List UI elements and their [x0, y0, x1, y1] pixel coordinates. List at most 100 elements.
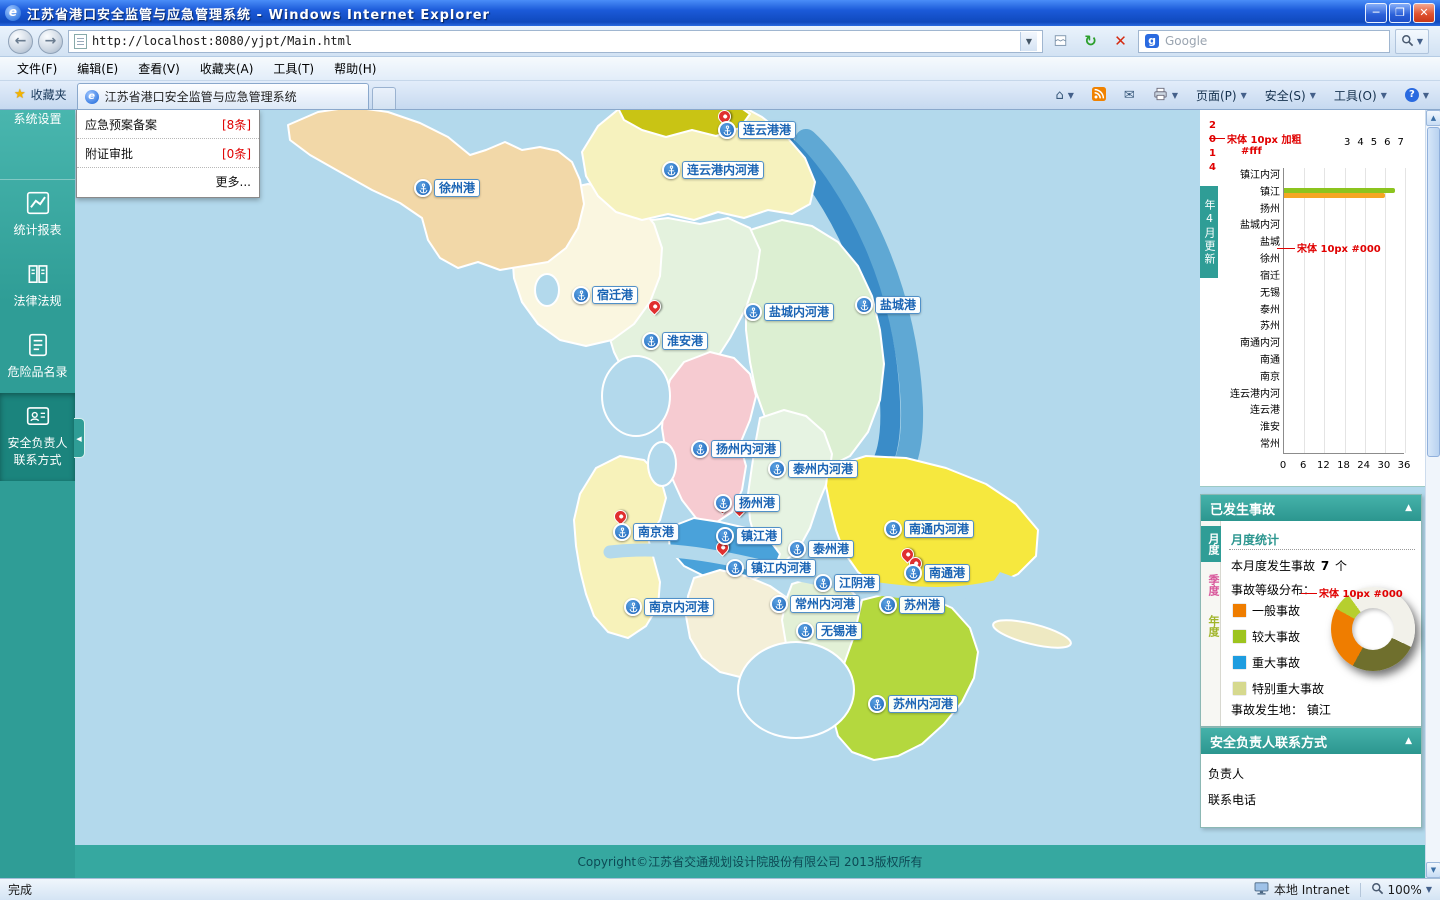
page-scrollbar[interactable]: ▲ ▼	[1425, 110, 1440, 878]
right-column: 2014 年4月更新 宋体 10px 加粗 #fff 34567 镇江内河 镇江扬…	[1200, 110, 1425, 845]
help-caret-icon: ▼	[1422, 90, 1429, 100]
minimize-button[interactable]: ─	[1365, 3, 1387, 23]
tools-menu-button[interactable]: 工具(O) ▼	[1327, 84, 1394, 107]
sidebar-item-0[interactable]: 系统设置	[0, 110, 75, 180]
anchor-icon	[879, 596, 897, 614]
sidebar-collapse-handle[interactable]: ◀	[74, 418, 85, 458]
read-mail-button[interactable]: ✉	[1117, 85, 1142, 106]
accident-tab-1[interactable]: 季度	[1201, 567, 1221, 603]
help-button[interactable]: ? ▼	[1398, 85, 1436, 105]
accident-panel-header[interactable]: 已发生事故 ▲	[1201, 495, 1421, 521]
port-marker[interactable]: 苏州内河港	[868, 695, 959, 713]
notice-row-1[interactable]: 附证审批 [0条]	[77, 139, 259, 168]
port-marker[interactable]: 无锡港	[796, 622, 863, 640]
scroll-up-icon[interactable]: ▲	[1426, 110, 1440, 126]
sidebar-item-1[interactable]: 统计报表	[0, 180, 75, 251]
port-marker[interactable]: 南京内河港	[624, 598, 715, 616]
notice-row-0[interactable]: 应急预案备案 [8条]	[77, 110, 259, 139]
accident-tab-0[interactable]: 月度	[1201, 526, 1221, 562]
home-button[interactable]: ⌂ ▼	[1048, 85, 1080, 106]
refresh-button[interactable]: ↻	[1078, 29, 1103, 54]
port-marker[interactable]: 淮安港	[642, 332, 709, 350]
menu-item-5[interactable]: 帮助(H)	[325, 57, 385, 80]
notice-more-link[interactable]: 更多...	[77, 168, 259, 197]
summary-prefix: 本月度发生事故	[1231, 559, 1316, 573]
menu-item-1[interactable]: 编辑(E)	[68, 57, 127, 80]
port-marker[interactable]: 扬州港	[714, 494, 781, 512]
port-marker[interactable]: 苏州港	[879, 596, 946, 614]
search-options-caret-icon[interactable]: ▼	[1417, 37, 1423, 46]
port-marker[interactable]: 盐城港	[855, 296, 922, 314]
search-input[interactable]: g Google	[1138, 29, 1390, 53]
lake-luoma	[534, 273, 560, 307]
legend-label: 重大事故	[1252, 655, 1301, 670]
legend-label: 特别重大事故	[1252, 681, 1325, 696]
sidebar-item-2[interactable]: 法律法规	[0, 251, 75, 322]
new-tab-button[interactable]	[371, 87, 396, 109]
zoom-control[interactable]: 100% ▼	[1371, 882, 1432, 898]
tools-menu-label: 工具(O)	[1333, 88, 1377, 103]
port-marker[interactable]: 宿迁港	[572, 286, 639, 304]
port-marker[interactable]: 连云港港	[718, 121, 797, 139]
chart-top-tick-label: 4	[1357, 137, 1364, 148]
port-marker[interactable]: 扬州内河港	[691, 440, 782, 458]
safety-menu-label: 安全(S)	[1264, 88, 1306, 103]
restore-button[interactable]: ❐	[1389, 3, 1411, 23]
chart-top-ticks: 34567	[1344, 137, 1404, 148]
port-marker[interactable]: 南通港	[904, 564, 971, 582]
port-marker[interactable]: 镇江内河港	[726, 559, 817, 577]
browser-tab-active[interactable]: e 江苏省港口安全监管与应急管理系统	[76, 83, 369, 109]
stop-button[interactable]: ✕	[1108, 29, 1133, 54]
scroll-down-icon[interactable]: ▼	[1426, 862, 1440, 878]
close-button[interactable]: ✕	[1413, 3, 1435, 23]
safety-menu-button[interactable]: 安全(S) ▼	[1258, 84, 1323, 107]
favorites-button[interactable]: ★ 收藏夹	[4, 83, 77, 106]
contact-field-1: 联系电话	[1208, 793, 1257, 807]
search-placeholder: Google	[1165, 34, 1208, 48]
forward-button[interactable]: →	[38, 28, 63, 54]
page-caret-icon: ▼	[1240, 90, 1247, 100]
legend-row-2: 重大事故	[1233, 649, 1324, 675]
sidebar-item-3[interactable]: 危险品名录	[0, 322, 75, 393]
address-input[interactable]: http://localhost:8080/yjpt/Main.html ▼	[68, 29, 1043, 53]
map-area[interactable]: 连云港港连云港内河港徐州港宿迁港淮安港 盐城内河港 盐城港扬州内河港泰州内河港扬州港…	[75, 110, 1200, 845]
refresh-icon: ↻	[1084, 31, 1097, 50]
menu-item-3[interactable]: 收藏夹(A)	[191, 57, 263, 80]
port-marker[interactable]: 镇江港	[716, 527, 783, 545]
back-button[interactable]: ←	[8, 28, 33, 54]
port-marker[interactable]: 连云港内河港	[662, 161, 765, 179]
menu-item-2[interactable]: 查看(V)	[129, 57, 189, 80]
compatibility-view-button[interactable]	[1048, 29, 1073, 54]
port-marker[interactable]: 徐州港	[414, 179, 481, 197]
print-button[interactable]: ▼	[1146, 84, 1185, 107]
port-marker[interactable]: 常州内河港	[770, 595, 861, 613]
search-button[interactable]: ▼	[1395, 28, 1429, 54]
chart-icon	[25, 190, 51, 216]
contact-panel-header[interactable]: 安全负责人联系方式 ▲	[1201, 728, 1421, 754]
sidebar-item-4[interactable]: 安全负责人联系方式	[0, 393, 75, 481]
page-menu-button[interactable]: 页面(P) ▼	[1189, 84, 1254, 107]
anchor-icon	[796, 622, 814, 640]
port-label: 江阴港	[834, 574, 881, 592]
port-marker[interactable]: 南京港	[613, 523, 680, 541]
port-marker[interactable]: 南通内河港	[884, 520, 975, 538]
contact-collapse-up-icon[interactable]: ▲	[1405, 736, 1412, 746]
port-label: 扬州内河港	[711, 440, 782, 458]
zone-text: 本地 Intranet	[1273, 883, 1350, 897]
port-marker[interactable]: 盐城内河港	[744, 303, 835, 321]
accident-tab-2[interactable]: 年度	[1201, 608, 1221, 644]
port-marker[interactable]: 泰州港	[788, 540, 855, 558]
zoom-level: 100%	[1387, 882, 1422, 897]
chart-category-label: 盐城内河	[1240, 220, 1280, 232]
menu-item-0[interactable]: 文件(F)	[8, 57, 66, 80]
scrollbar-thumb[interactable]	[1427, 127, 1440, 457]
address-dropdown-icon[interactable]: ▼	[1020, 31, 1037, 51]
anchor-icon	[691, 440, 709, 458]
port-marker[interactable]: 江阴港	[814, 574, 881, 592]
port-marker[interactable]: 泰州内河港	[768, 460, 859, 478]
legend-swatch	[1233, 603, 1246, 617]
menu-item-4[interactable]: 工具(T)	[264, 57, 323, 80]
feeds-button[interactable]	[1085, 84, 1113, 107]
chart-gridline	[1324, 168, 1326, 453]
collapse-up-icon[interactable]: ▲	[1405, 503, 1412, 513]
